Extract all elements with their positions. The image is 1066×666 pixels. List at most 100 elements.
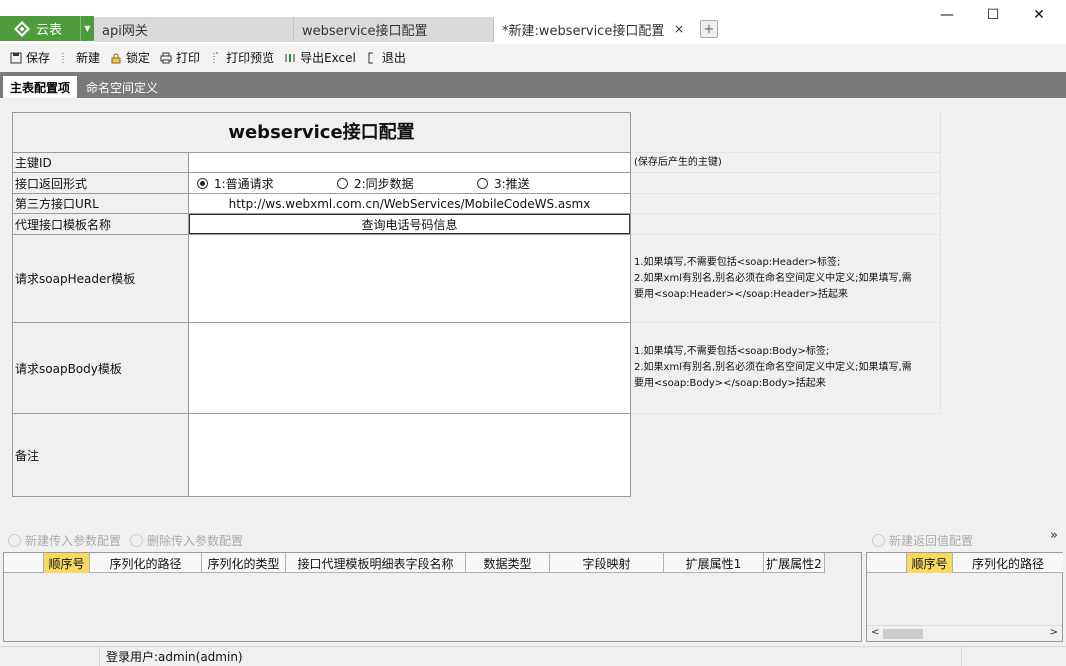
close-icon[interactable]: × (674, 22, 684, 36)
column-header[interactable]: 接口代理模板明细表字段名称 (286, 553, 466, 573)
export-excel-button[interactable]: 导出Excel (284, 49, 356, 66)
radio-push[interactable]: 3:推送 (477, 175, 617, 192)
tab-webservice-config[interactable]: webservice接口配置 (294, 17, 494, 42)
remark-textarea[interactable] (189, 414, 630, 496)
column-header[interactable]: 序列化的类型 (202, 553, 286, 573)
printer-icon (160, 52, 172, 64)
remark-label: 备注 (13, 414, 189, 496)
export-excel-label: 导出Excel (300, 51, 356, 65)
app-menu-button[interactable]: 云表 ▼ (0, 16, 94, 41)
lower-section: 新建传入参数配置 删除传入参数配置 新建返回值配置 顺序号 序列化的路径 序列化… (0, 528, 1066, 646)
save-button[interactable]: 保存 (10, 49, 50, 66)
soap-header-textarea[interactable] (189, 235, 630, 322)
note-line: 2.如果xml有别名,别名必须在命名空间定义中定义;如果填写,需 (634, 272, 912, 284)
primary-key-label: 主键ID (13, 153, 189, 172)
scroll-thumb[interactable] (883, 629, 923, 639)
form-area: webservice接口配置 主键ID 接口返回形式 1:普通请求 2:同步数据… (0, 98, 1066, 528)
horizontal-scrollbar[interactable]: < > (867, 625, 1062, 641)
lock-button[interactable]: 锁定 (110, 49, 150, 66)
params-grid: 顺序号 序列化的路径 序列化的类型 接口代理模板明细表字段名称 数据类型 字段映… (3, 552, 862, 642)
row-remark: 备注 (13, 414, 630, 496)
note-line: 1.如果填写,不需要包括<soap:Body>标签; (634, 346, 830, 357)
tab-label: api网关 (102, 24, 148, 39)
new-button[interactable]: 新建 (60, 49, 100, 66)
soap-body-textarea[interactable] (189, 323, 630, 413)
print-label: 打印 (176, 51, 201, 65)
new-param-button[interactable]: 新建传入参数配置 (8, 532, 121, 549)
status-spacer (0, 646, 100, 666)
soap-body-label: 请求soapBody模板 (13, 323, 189, 413)
print-preview-button[interactable]: 打印预览 (210, 49, 274, 66)
app-name: 云表 (36, 23, 63, 38)
third-party-url-label: 第三方接口URL (13, 194, 189, 213)
excel-icon (284, 52, 296, 64)
print-preview-label: 打印预览 (226, 51, 275, 65)
tab-main-config[interactable]: 主表配置项 (3, 76, 78, 98)
note-soap-header: 1.如果填写,不需要包括<soap:Header>标签; 2.如果xml有别名,… (631, 235, 941, 323)
radio-unchecked-icon (477, 177, 488, 189)
tab-namespace-definition[interactable]: 命名空间定义 (79, 76, 165, 98)
row-return-mode: 接口返回形式 1:普通请求 2:同步数据 3:推送 (13, 173, 630, 194)
note-line: 要用<soap:Header></soap:Header>括起来 (634, 288, 849, 300)
radio-unchecked-icon (337, 177, 348, 189)
row-soap-body: 请求soapBody模板 (13, 323, 630, 414)
column-header[interactable]: 顺序号 (44, 553, 90, 573)
add-tab-icon[interactable]: + (700, 20, 718, 38)
print-preview-icon (210, 52, 222, 64)
tab-new-webservice-config[interactable]: *新建:webservice接口配置 × (494, 17, 694, 42)
note-line: 1.如果填写,不需要包括<soap:Header>标签; (634, 256, 841, 268)
maximize-icon[interactable]: ☐ (976, 4, 1010, 26)
column-header[interactable]: 数据类型 (466, 553, 550, 573)
scroll-left-icon[interactable]: < (871, 627, 879, 638)
tab-api-gateway[interactable]: api网关 (94, 17, 294, 42)
returns-grid-header: 顺序号 序列化的路径 (867, 553, 1063, 573)
config-form: webservice接口配置 主键ID 接口返回形式 1:普通请求 2:同步数据… (12, 112, 631, 497)
column-header[interactable]: 序列化的路径 (953, 553, 1063, 573)
scroll-right-icon[interactable]: > (1050, 627, 1058, 638)
column-header[interactable]: 顺序号 (907, 553, 953, 573)
title-bar: 云表 ▼ api网关 webservice接口配置 *新建:webservice… (0, 0, 1066, 44)
radio-sync-data[interactable]: 2:同步数据 (337, 175, 477, 192)
new-icon (60, 52, 72, 64)
row-selector-header (4, 553, 44, 573)
tab-label: *新建:webservice接口配置 (502, 24, 665, 39)
new-param-label: 新建传入参数配置 (25, 534, 122, 548)
column-header[interactable]: 字段映射 (550, 553, 664, 573)
returns-grid: 顺序号 序列化的路径 < > (866, 552, 1063, 642)
window-close-icon[interactable]: ✕ (1022, 4, 1056, 26)
column-header[interactable]: 扩展属性2 (764, 553, 825, 573)
column-header[interactable]: 扩展属性1 (664, 553, 764, 573)
row-proxy-template: 代理接口模板名称 查询电话号码信息 (13, 214, 630, 235)
lock-icon (110, 52, 122, 64)
note-line: 要用<soap:Body></soap:Body>括起来 (634, 378, 826, 389)
minimize-icon[interactable]: — (930, 4, 964, 26)
proxy-template-field[interactable]: 查询电话号码信息 (189, 214, 630, 234)
expand-panel-icon[interactable]: » (1050, 528, 1058, 543)
note-line: 2.如果xml有别名,别名必须在命名空间定义中定义;如果填写,需 (634, 362, 912, 373)
print-button[interactable]: 打印 (160, 49, 200, 66)
lock-label: 锁定 (126, 51, 151, 65)
third-party-url-field[interactable]: http://ws.webxml.com.cn/WebServices/Mobi… (189, 194, 630, 213)
save-label: 保存 (26, 51, 51, 65)
add-icon (8, 534, 21, 547)
row-primary-key: 主键ID (13, 153, 630, 173)
note-proxy-template (631, 214, 941, 235)
proxy-template-label: 代理接口模板名称 (13, 214, 189, 234)
radio-label: 3:推送 (494, 176, 530, 191)
new-label: 新建 (76, 51, 101, 65)
chevron-down-icon[interactable]: ▼ (80, 16, 94, 41)
tab-label: 主表配置项 (10, 80, 71, 95)
delete-param-button[interactable]: 删除传入参数配置 (130, 532, 243, 549)
note-title-spacer (631, 112, 941, 153)
new-return-button[interactable]: 新建返回值配置 (872, 532, 973, 549)
row-third-party-url: 第三方接口URL http://ws.webxml.com.cn/WebServ… (13, 194, 630, 214)
column-header[interactable]: 序列化的路径 (90, 553, 202, 573)
exit-button[interactable]: 退出 (366, 49, 406, 66)
primary-key-field[interactable] (189, 153, 630, 172)
row-soap-header: 请求soapHeader模板 (13, 235, 630, 323)
params-grid-header: 顺序号 序列化的路径 序列化的类型 接口代理模板明细表字段名称 数据类型 字段映… (4, 553, 825, 573)
tab-label: webservice接口配置 (302, 24, 428, 39)
form-title: webservice接口配置 (13, 113, 630, 153)
radio-normal-request[interactable]: 1:普通请求 (197, 175, 337, 192)
app-logo-icon (14, 20, 30, 37)
